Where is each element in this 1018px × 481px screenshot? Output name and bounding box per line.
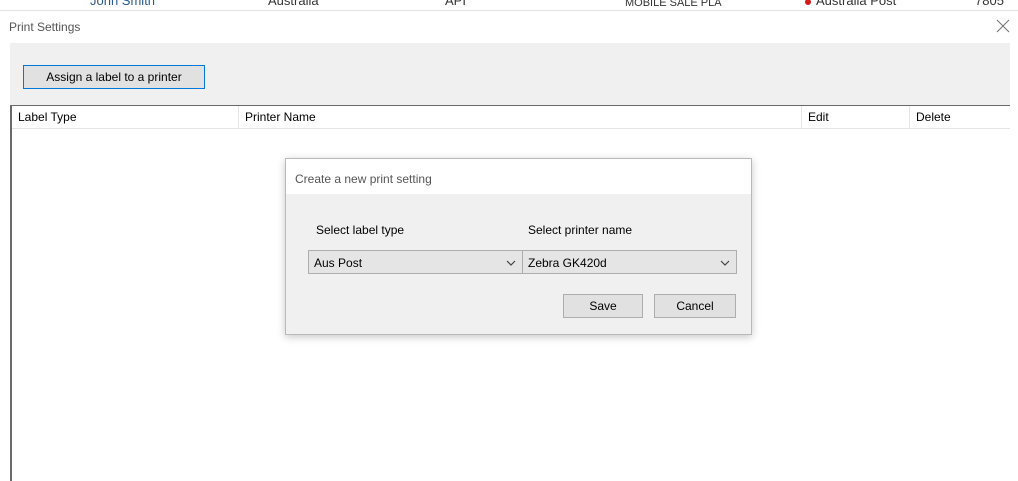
bg-cell-name: John Smith [90,0,156,8]
save-button[interactable]: Save [563,294,643,318]
label-type-select[interactable]: Aus Post [308,250,523,274]
label-type-value: Aus Post [314,256,363,270]
bg-cell-carrier: Australia Post [805,0,896,8]
printer-name-label: Select printer name [528,223,633,237]
assign-label-button[interactable]: Assign a label to a printer [23,65,205,89]
bg-cell-number: 7805 [975,0,1004,8]
column-header-label-type[interactable]: Label Type [12,106,239,128]
label-type-label: Select label type [316,223,405,237]
column-header-delete[interactable]: Delete [910,106,1010,128]
chevron-down-icon [505,257,517,269]
cancel-button[interactable]: Cancel [654,294,736,318]
window-title: Print Settings [9,20,81,34]
close-icon[interactable] [994,17,1012,35]
toolbar: Assign a label to a printer [10,43,1010,105]
printer-name-select[interactable]: Zebra GK420d [522,250,737,274]
status-dot-icon [805,0,811,5]
bg-cell-country: Australia [268,0,319,8]
column-header-printer-name[interactable]: Printer Name [239,106,802,128]
bg-cell-source: API [445,0,466,8]
create-print-setting-dialog: Create a new print setting Select label … [285,158,752,335]
background-table-row: John Smith Australia API MOBILE SALE PLA… [0,0,1018,10]
bg-cell-code: MOBILE SALE PLA [625,0,722,9]
printer-name-value: Zebra GK420d [528,256,607,270]
column-header-edit[interactable]: Edit [802,106,910,128]
dialog-titlebar: Create a new print setting [286,159,751,194]
grid-header: Label Type Printer Name Edit Delete [12,106,1010,129]
chevron-down-icon [719,257,731,269]
window-titlebar: Print Settings [0,11,1018,43]
dialog-title: Create a new print setting [295,172,432,186]
